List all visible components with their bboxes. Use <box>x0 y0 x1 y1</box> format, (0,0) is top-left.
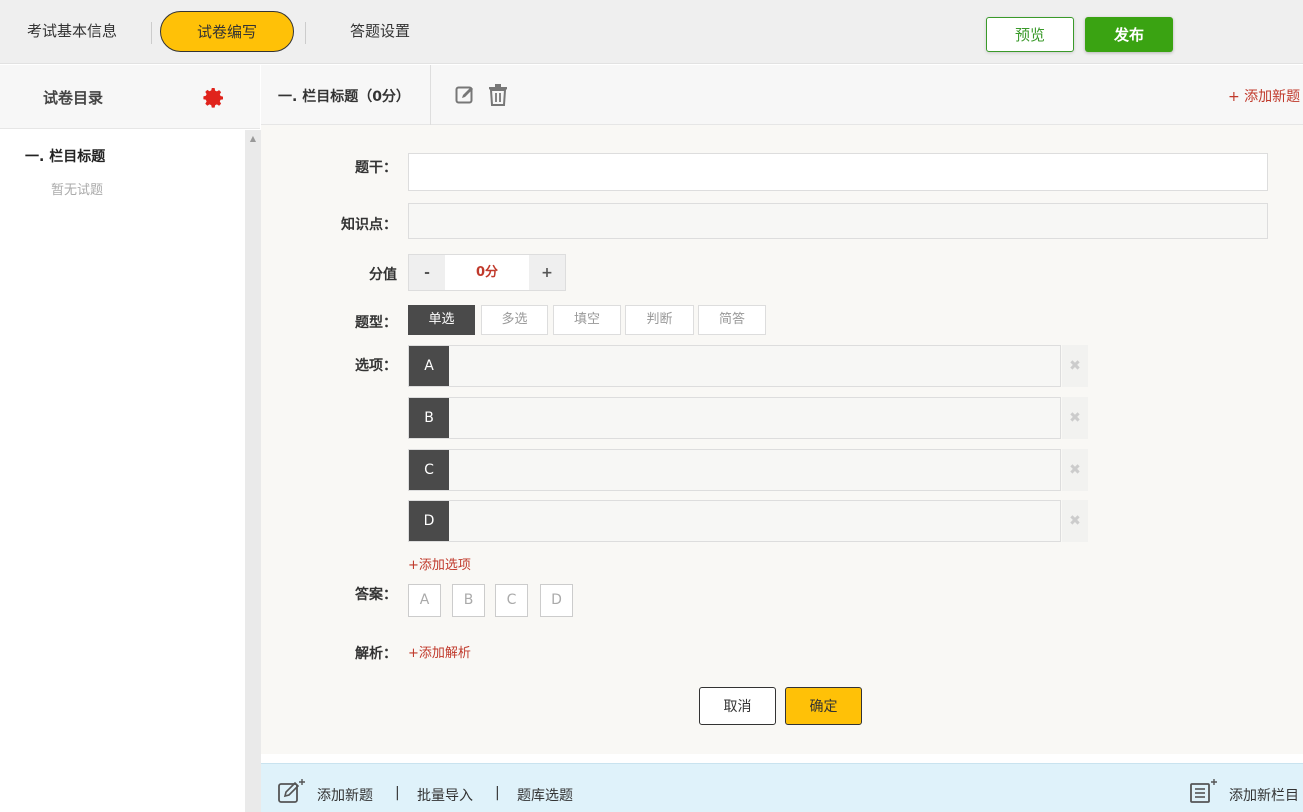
options-label: 选项： <box>355 358 397 374</box>
answer-choice[interactable]: B <box>452 584 485 617</box>
answer-choice[interactable]: D <box>540 584 573 617</box>
tab-divider <box>305 22 306 44</box>
add-analysis-link[interactable]: +添加解析 <box>408 642 471 661</box>
publish-button[interactable]: 发布 <box>1085 17 1173 52</box>
paper-outline-sidebar: 试卷目录 一. 栏目标题 暂无试题 <box>0 65 260 812</box>
add-option-link[interactable]: +添加选项 <box>408 554 471 573</box>
bottom-separator: | <box>395 785 400 801</box>
cancel-button[interactable]: 取消 <box>699 687 776 725</box>
score-decrement-button[interactable]: - <box>409 255 445 290</box>
type-true-false[interactable]: 判断 <box>625 305 694 335</box>
knowledge-input[interactable] <box>408 203 1268 239</box>
type-fill-blank[interactable]: 填空 <box>553 305 621 335</box>
option-letter: C <box>409 450 449 490</box>
stem-input[interactable] <box>408 153 1268 191</box>
section-header: 一. 栏目标题（0分） + 添加新题 <box>261 65 1303 125</box>
answer-label: 答案： <box>355 587 397 603</box>
top-nav-bar: 考试基本信息 试卷编写 答题设置 预览 发布 <box>0 0 1303 64</box>
type-multiple-choice[interactable]: 多选 <box>481 305 548 335</box>
delete-option-icon[interactable]: ✖ <box>1062 500 1088 542</box>
add-new-question-link[interactable]: + 添加新题 <box>1228 86 1300 106</box>
add-question-link[interactable]: 添加新题 <box>317 785 373 805</box>
option-letter: A <box>409 346 449 386</box>
sidebar-header: 试卷目录 <box>0 65 260 129</box>
add-section-icon[interactable] <box>1189 778 1219 806</box>
bottom-action-bar: 添加新题 | 批量导入 | 题库选题 添加新栏目 <box>261 763 1303 812</box>
question-bank-link[interactable]: 题库选题 <box>517 785 573 805</box>
tab-paper-edit[interactable]: 试卷编写 <box>160 11 294 52</box>
stem-label: 题干： <box>355 160 397 176</box>
option-input[interactable] <box>449 450 1060 490</box>
option-letter: D <box>409 501 449 541</box>
add-section-link[interactable]: 添加新栏目 <box>1229 785 1299 805</box>
knowledge-label: 知识点： <box>341 217 397 233</box>
option-input[interactable] <box>449 398 1060 438</box>
outline-empty-text: 暂无试题 <box>51 183 104 198</box>
analysis-label: 解析： <box>355 646 397 662</box>
header-divider <box>430 65 431 125</box>
trash-icon[interactable] <box>487 83 509 107</box>
option-row: C <box>408 449 1061 491</box>
option-letter: B <box>409 398 449 438</box>
option-row: D <box>408 500 1061 542</box>
answer-choice[interactable]: A <box>408 584 441 617</box>
score-value[interactable]: 0分 <box>445 255 529 290</box>
add-question-icon[interactable] <box>277 778 307 806</box>
scroll-up-arrow-icon[interactable]: ▲ <box>245 134 261 143</box>
tab-answer-settings[interactable]: 答题设置 <box>350 11 410 52</box>
score-increment-button[interactable]: + <box>529 255 565 290</box>
score-label: 分值 <box>369 267 397 283</box>
type-single-choice[interactable]: 单选 <box>408 305 475 335</box>
delete-option-icon[interactable]: ✖ <box>1062 345 1088 387</box>
sidebar-title: 试卷目录 <box>43 89 104 107</box>
section-title: 一. 栏目标题（0分） <box>278 89 410 105</box>
score-stepper: - 0分 + <box>408 254 566 291</box>
edit-icon[interactable] <box>454 84 476 106</box>
bottom-separator: | <box>495 785 500 801</box>
question-editor-form: 题干： 知识点： 分值 - 0分 + 题型： 单选 多选 填空 判断 简答 选项… <box>261 125 1303 754</box>
delete-option-icon[interactable]: ✖ <box>1062 397 1088 439</box>
gear-icon[interactable] <box>202 86 226 110</box>
question-type-label: 题型： <box>355 315 397 331</box>
delete-option-icon[interactable]: ✖ <box>1062 449 1088 491</box>
confirm-button[interactable]: 确定 <box>785 687 862 725</box>
batch-import-link[interactable]: 批量导入 <box>417 785 473 805</box>
tab-basic-info[interactable]: 考试基本信息 <box>27 11 117 52</box>
option-row: B <box>408 397 1061 439</box>
option-input[interactable] <box>449 346 1060 386</box>
sidebar-scrollbar[interactable]: ▲ <box>245 130 261 812</box>
type-short-answer[interactable]: 简答 <box>698 305 766 335</box>
option-input[interactable] <box>449 501 1060 541</box>
outline-section-item[interactable]: 一. 栏目标题 <box>25 146 105 166</box>
tab-divider <box>151 22 152 44</box>
option-row: A <box>408 345 1061 387</box>
answer-choice[interactable]: C <box>495 584 528 617</box>
preview-button[interactable]: 预览 <box>986 17 1074 52</box>
